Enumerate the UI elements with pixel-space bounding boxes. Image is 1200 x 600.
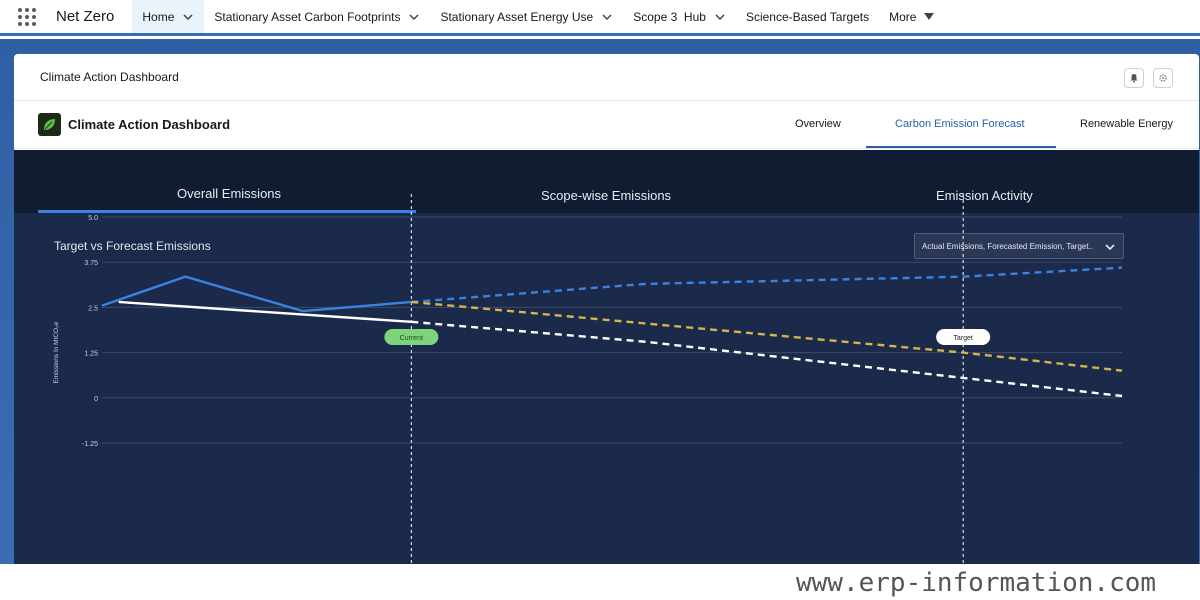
- y-tick-label: 2.5: [88, 305, 98, 312]
- nav-item-more[interactable]: More: [879, 0, 944, 33]
- nav-item-home[interactable]: Home: [132, 0, 205, 36]
- nav-item-label: Science-Based Targets: [745, 9, 870, 24]
- chevron-down-icon[interactable]: [182, 11, 194, 23]
- emissions-line-chart: 5.0 3.75 2.5 1.25 0 -1.25 Emissions In MtCO₂e C…: [53, 194, 1123, 564]
- chevron-down-icon[interactable]: [601, 11, 613, 23]
- forecast-panel: Overall Emissions Scope-wise Emissions E…: [14, 150, 1199, 564]
- chevron-down-icon[interactable]: [408, 11, 420, 23]
- bell-icon[interactable]: [1124, 68, 1144, 88]
- settings-icon[interactable]: [1153, 68, 1173, 88]
- chevron-down-icon[interactable]: [714, 11, 726, 23]
- caret-down-icon[interactable]: [924, 13, 935, 20]
- dashboard-header: Climate Action Dashboard Overview Carbon…: [14, 101, 1199, 149]
- tab-carbon-emission-forecast[interactable]: Carbon Emission Forecast: [895, 118, 1025, 130]
- tab-overview[interactable]: Overview: [795, 118, 841, 130]
- tab-renewable-energy[interactable]: Renewable Energy: [1080, 118, 1173, 130]
- marker-label: Target: [953, 335, 973, 342]
- y-tick-label: 1.25: [84, 351, 98, 358]
- series-line-4: [411, 300, 1123, 372]
- nav-item-label: Home: [142, 9, 175, 24]
- y-tick-label: -1.25: [82, 441, 98, 448]
- watermark-text: www.erp-information.com: [796, 568, 1157, 598]
- app-launcher-icon[interactable]: [18, 7, 36, 26]
- y-tick-label: 3.75: [84, 260, 98, 267]
- leaf-icon: [38, 113, 61, 136]
- app-name: Net Zero: [56, 8, 115, 25]
- card-header: Climate Action Dashboard: [14, 54, 1199, 101]
- y-tick-label: 5.0: [88, 215, 98, 222]
- nav-item-label: Scope 3 Hub: [633, 9, 706, 24]
- dashboard-title: Climate Action Dashboard: [68, 117, 231, 132]
- active-tab-indicator: [866, 146, 1056, 148]
- y-tick-label: 0: [94, 396, 98, 403]
- nav-item-label: Stationary Asset Carbon Footprints: [214, 9, 401, 24]
- card-title: Climate Action Dashboard: [40, 70, 179, 84]
- series-line-0: [101, 275, 412, 313]
- nav-item-label: More: [889, 9, 917, 24]
- marker-label: Current: [400, 335, 423, 342]
- series-line-1: [411, 266, 1123, 304]
- nav-item-scope-3-hub[interactable]: Scope 3 Hub: [623, 0, 736, 33]
- nav-item-stationary-asset-carbon-footprints[interactable]: Stationary Asset Carbon Footprints: [204, 0, 430, 33]
- nav-item-stationary-asset-energy-use[interactable]: Stationary Asset Energy Use: [430, 0, 623, 33]
- nav-item-label: Stationary Asset Energy Use: [440, 9, 594, 24]
- nav-item-science-based-targets[interactable]: Science-Based Targets: [736, 0, 879, 33]
- app-navigation-bar: Net Zero Home Stationary Asset Carbon Fo…: [0, 0, 1200, 36]
- dashboard-card: Climate Action Dashboard Climate Action …: [14, 54, 1199, 564]
- y-axis-label: Emissions In MtCO₂e: [53, 321, 60, 383]
